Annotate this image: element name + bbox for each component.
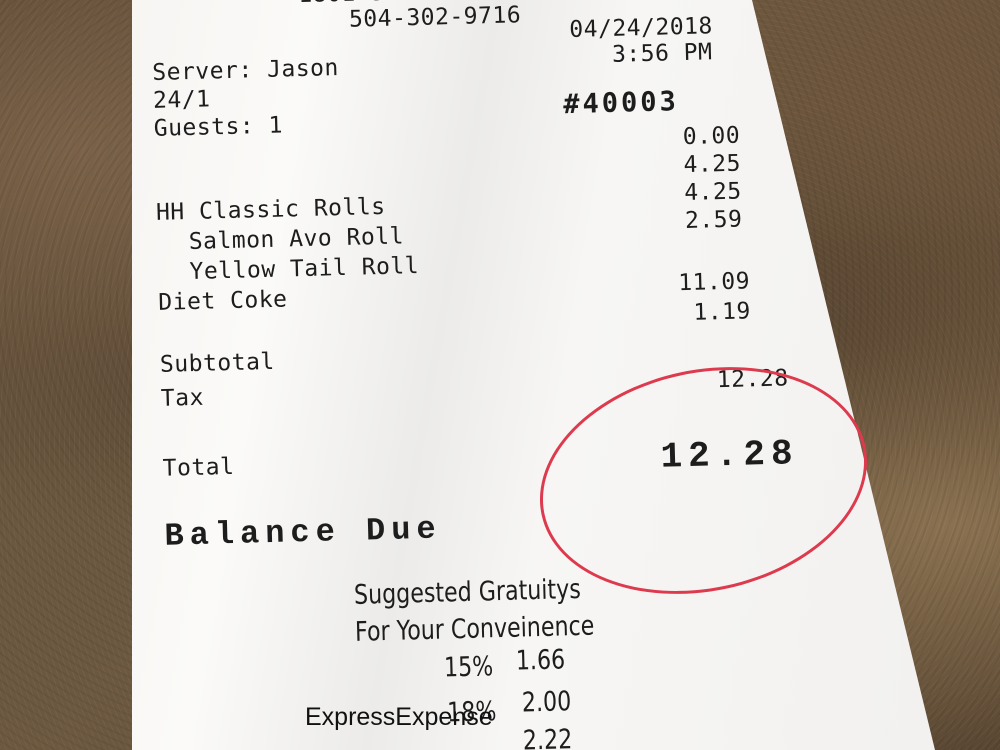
- table-number: 24/1: [152, 86, 211, 114]
- receipt-date: 04/24/2018: [569, 13, 714, 44]
- tax-label: Tax: [160, 384, 205, 412]
- total-label: Total: [162, 453, 235, 482]
- tax-amount: 1.19: [693, 298, 752, 326]
- item-name: Salmon Avo Roll: [188, 223, 405, 256]
- watermark-text: ExpressExpense: [305, 703, 493, 731]
- guests-line: Guests: 1: [153, 112, 284, 142]
- gratuity-subheading: For Your Conveinence: [354, 610, 595, 648]
- receipt-time: 3:56 PM: [611, 39, 713, 68]
- phone-number: 504-302-9716: [348, 2, 522, 33]
- item-name: HH Classic Rolls: [155, 193, 386, 226]
- server-line: Server: Jason: [151, 55, 340, 86]
- gratuity-percent: 15%: [443, 651, 494, 684]
- gratuity-amount: 2.22: [522, 724, 573, 750]
- gratuity-heading: Suggested Gratuitys: [353, 573, 582, 611]
- gratuity-amount: 2.00: [521, 686, 572, 719]
- gratuity-amount: 1.66: [515, 644, 566, 677]
- order-number: #40003: [562, 86, 680, 121]
- amount-line: 4.25: [683, 178, 742, 207]
- subtotal-amount: 11.09: [677, 268, 751, 297]
- amount-line: 4.25: [683, 150, 742, 179]
- item-name: Yellow Tail Roll: [189, 253, 420, 286]
- subtotal-label: Subtotal: [159, 348, 276, 378]
- amount-line: 0.00: [682, 122, 741, 151]
- balance-due-label: Balance Due: [163, 510, 443, 555]
- amount-line: 2.59: [684, 206, 743, 235]
- item-name: Diet Coke: [158, 286, 288, 316]
